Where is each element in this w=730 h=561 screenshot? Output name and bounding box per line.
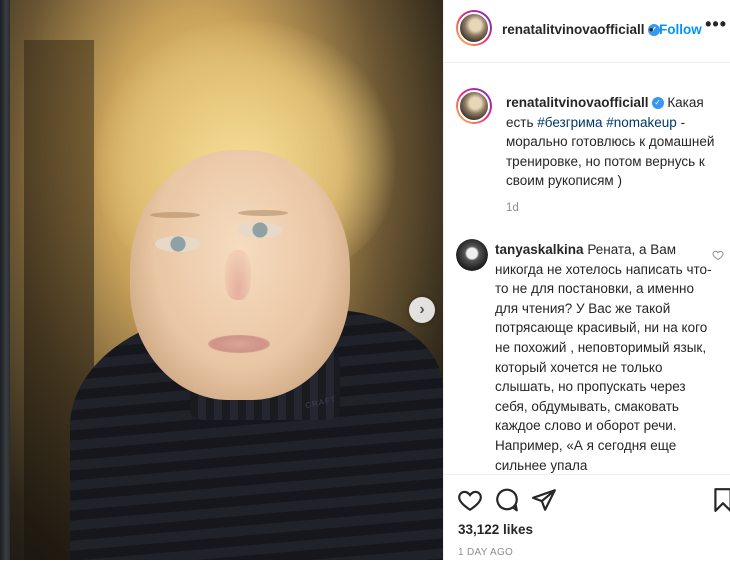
post-date[interactable]: 1 DAY AGO xyxy=(458,547,513,558)
post-details-panel: renatalitvinova​officiall ✓ • Follow ••• … xyxy=(443,0,730,560)
photo-left-edge xyxy=(0,0,10,560)
follow-button[interactable]: Follow xyxy=(659,22,702,37)
photo-eye-right xyxy=(237,222,283,238)
hashtag-link[interactable]: #nomakeup xyxy=(606,115,677,130)
share-paper-plane-icon[interactable] xyxy=(531,487,557,513)
post-header: renatalitvinova​officiall ✓ • Follow ••• xyxy=(444,0,730,63)
comments-section[interactable]: renatalitvinovaofficiall ✓ Какая есть #бе… xyxy=(444,63,730,473)
hashtag-link[interactable]: #безгрима xyxy=(537,115,602,130)
next-photo-button[interactable]: › xyxy=(409,297,435,323)
photo-brow-left xyxy=(150,212,200,218)
caption-author-avatar[interactable] xyxy=(456,88,492,124)
post-caption: renatalitvinovaofficiall ✓ Какая есть #бе… xyxy=(506,93,724,191)
photo-brow-right xyxy=(238,210,288,216)
comment: tanyaskalkina Рената, а Вам никогда не х… xyxy=(495,240,719,473)
commenter-username[interactable]: tanyaskalkina xyxy=(495,242,584,257)
chevron-right-icon: › xyxy=(419,301,425,318)
author-username[interactable]: renatalitvinova​officiall xyxy=(502,22,645,37)
comment-like-heart-icon[interactable] xyxy=(712,249,724,261)
post-actions: 33,122 likes 1 DAY AGO xyxy=(444,474,730,561)
author-username-row[interactable]: renatalitvinova​officiall ✓ xyxy=(502,22,660,37)
photo-nose xyxy=(225,250,251,300)
header-separator: • xyxy=(649,22,654,37)
comment-bubble-icon[interactable] xyxy=(494,487,520,513)
like-heart-icon[interactable] xyxy=(457,487,483,513)
more-options-icon[interactable]: ••• xyxy=(705,14,727,35)
photo-mouth xyxy=(208,335,270,353)
caption-verified-badge-icon: ✓ xyxy=(651,97,664,110)
comment-body: Рената, а Вам никогда не хотелось написа… xyxy=(495,242,712,473)
save-bookmark-icon[interactable] xyxy=(710,487,730,513)
photo-eye-left xyxy=(155,236,201,252)
caption-age[interactable]: 1d xyxy=(506,202,519,214)
commenter-avatar[interactable] xyxy=(456,239,488,271)
post-photo[interactable]: CRAFT › xyxy=(0,0,443,560)
author-avatar[interactable] xyxy=(456,10,492,46)
likes-count[interactable]: 33,122 likes xyxy=(458,522,533,537)
caption-username[interactable]: renatalitvinovaofficiall xyxy=(506,95,649,110)
